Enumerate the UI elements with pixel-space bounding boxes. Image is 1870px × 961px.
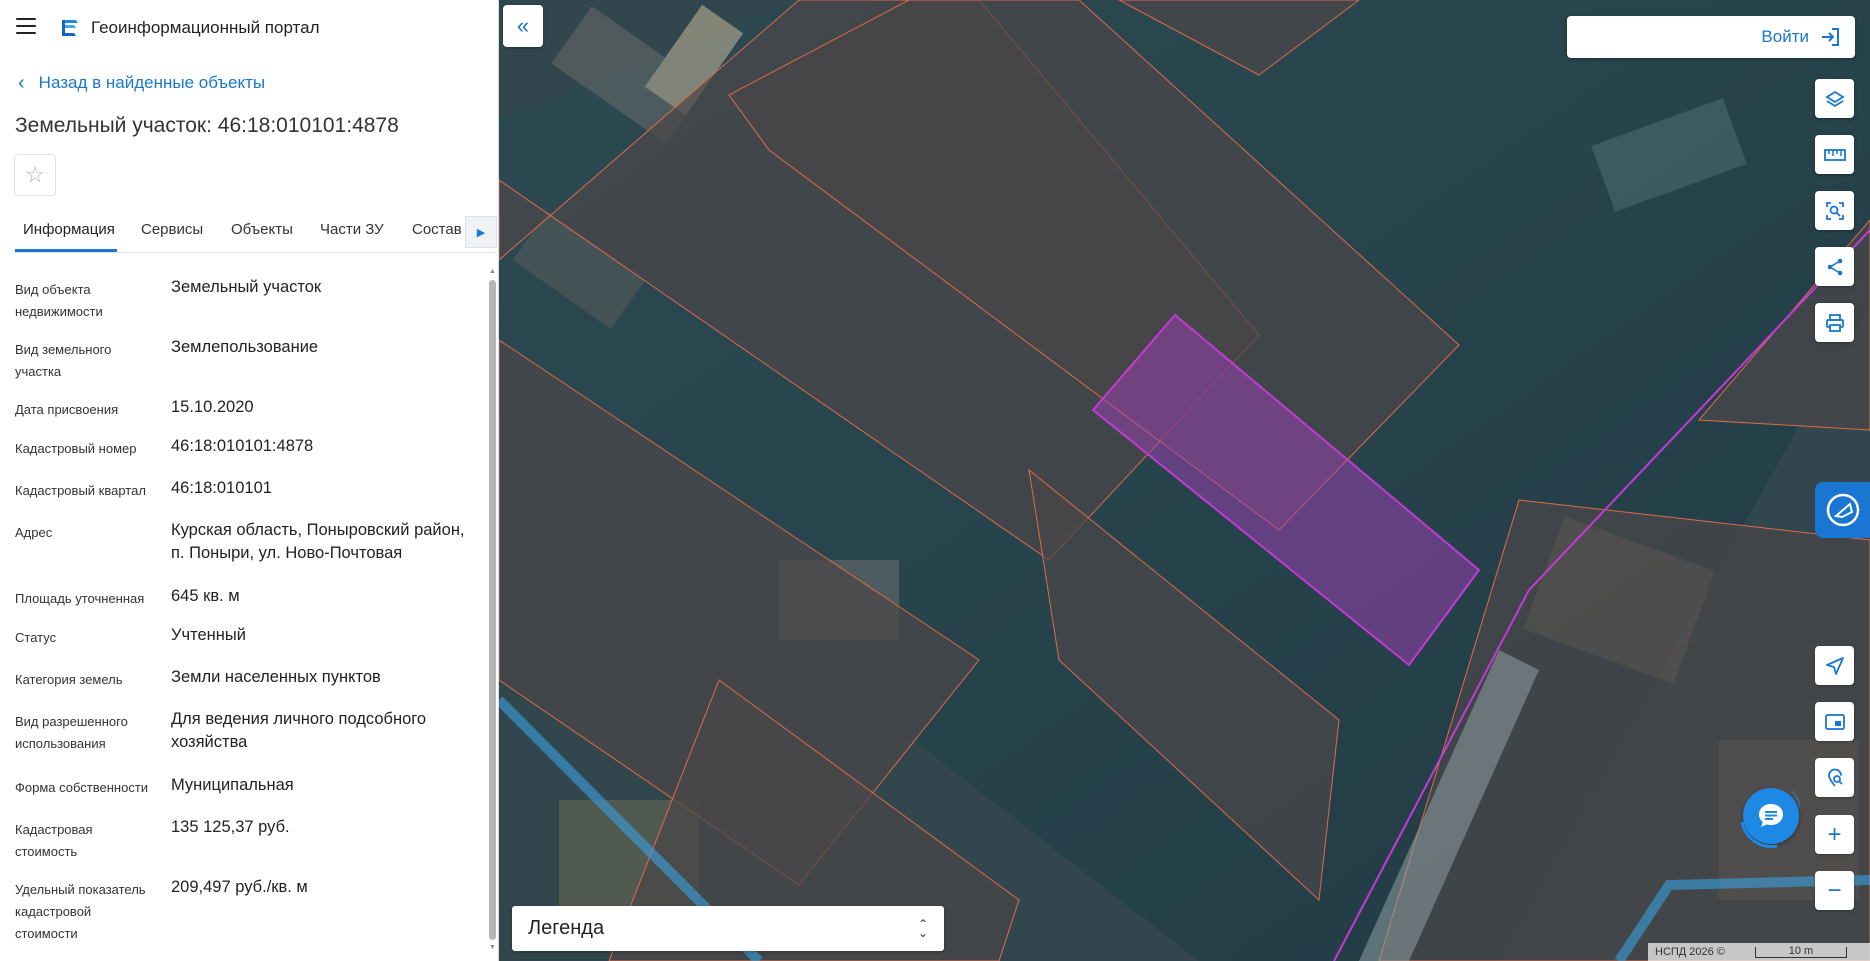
navigation-arrow-icon xyxy=(1825,656,1844,675)
map-attribution: НСПД 2026 © 10 m xyxy=(1648,943,1870,961)
info-panel: Геоинформационный портал ‹ Назад в найде… xyxy=(0,0,499,961)
property-label: Кадастровый номер xyxy=(15,441,137,456)
collapse-panel-button[interactable]: « xyxy=(503,5,543,47)
property-value: 135 125,37 руб. xyxy=(171,818,290,836)
property-value: Для ведения личного подсобного хозяйства xyxy=(171,710,427,751)
panel-header: Геоинформационный портал xyxy=(0,0,498,56)
minimap-button[interactable] xyxy=(1815,702,1854,741)
property-label: Вид земельного участка xyxy=(15,342,112,379)
scroll-up-icon[interactable]: ▲ xyxy=(488,268,497,277)
chevron-up-down-icon: ⌃ ⌄ xyxy=(917,916,928,940)
attribution-text: НСПД 2026 © xyxy=(1655,946,1725,958)
geo-search-icon xyxy=(1827,768,1843,787)
layers-icon xyxy=(1824,90,1845,107)
legend-label: Легенда xyxy=(528,917,605,939)
back-to-results-link[interactable]: ‹ Назад в найденные объекты xyxy=(18,73,265,93)
plus-icon: + xyxy=(1827,820,1842,848)
back-link-label: Назад в найденные объекты xyxy=(38,73,266,92)
share-button[interactable] xyxy=(1815,247,1854,286)
property-label: Категория земель xyxy=(15,672,123,687)
double-chevron-left-icon: « xyxy=(516,13,530,38)
zoom-out-button[interactable]: − xyxy=(1815,871,1854,910)
property-value: Землепользование xyxy=(171,338,319,356)
active-tab-indicator xyxy=(15,249,117,252)
feedback-icon xyxy=(1826,493,1859,527)
property-label: Форма собственности xyxy=(15,780,149,795)
chevron-left-icon: ‹ xyxy=(18,72,25,94)
portal-logo xyxy=(62,20,78,36)
tab-bar: Информация Сервисы Объекты Части ЗУ Сост… xyxy=(15,212,495,253)
property-value: Земельный участок xyxy=(171,278,322,296)
property-label: Удельный показатель кадастровой стоимост… xyxy=(15,882,146,941)
property-value: 46:18:010101:4878 xyxy=(171,437,314,455)
object-title: Земельный участок: 46:18:010101:4878 xyxy=(15,114,399,137)
login-icon xyxy=(1822,28,1839,46)
layers-button[interactable] xyxy=(1815,79,1854,118)
property-value: 209,497 руб./кв. м xyxy=(171,878,308,896)
feedback-button[interactable] xyxy=(1815,482,1870,538)
app-title: Геоинформационный портал xyxy=(91,18,320,37)
property-value: Муниципальная xyxy=(171,776,294,794)
geo-search-button[interactable] xyxy=(1815,758,1854,797)
scroll-thumb[interactable] xyxy=(489,280,496,940)
property-label: Статус xyxy=(15,630,57,645)
chat-button[interactable] xyxy=(1732,777,1810,855)
login-button[interactable]: Войти xyxy=(1567,16,1855,58)
property-value: Учтенный xyxy=(171,626,246,644)
panel-scrollbar[interactable]: ▲ ▼ xyxy=(488,268,497,958)
minus-icon: − xyxy=(1827,876,1842,904)
area-select-icon xyxy=(1825,201,1844,220)
property-label: Вид разрешенного использования xyxy=(15,714,128,751)
tabs-scroll-right-button[interactable]: ▶ xyxy=(465,216,497,248)
satellite-imagery xyxy=(499,0,1870,961)
locate-button[interactable] xyxy=(1815,646,1854,685)
print-icon xyxy=(1825,313,1844,332)
tab-parts[interactable]: Части ЗУ xyxy=(320,221,384,238)
property-value: Земли населенных пунктов xyxy=(171,668,381,686)
property-label: Кадастровый квартал xyxy=(15,483,146,498)
ruler-icon xyxy=(1823,148,1846,161)
menu-icon[interactable] xyxy=(16,18,36,36)
chat-ring xyxy=(1740,790,1801,848)
area-select-button[interactable] xyxy=(1815,191,1854,230)
property-value: Курская область, Поныровский район, п. П… xyxy=(171,521,465,562)
map-view[interactable] xyxy=(499,0,1870,961)
property-label: Площадь уточненная xyxy=(15,591,145,606)
property-value: 15.10.2020 xyxy=(171,398,254,416)
star-icon: ☆ xyxy=(25,162,45,187)
property-label: Дата присвоения xyxy=(15,402,119,417)
caret-right-icon: ▶ xyxy=(476,226,486,239)
legend-dropdown[interactable]: Легенда ⌃ ⌄ xyxy=(512,906,944,951)
tab-objects[interactable]: Объекты xyxy=(231,221,293,238)
property-value: 645 кв. м xyxy=(171,587,240,605)
measure-button[interactable] xyxy=(1815,135,1854,174)
minimap-icon xyxy=(1824,713,1845,730)
login-label: Войти xyxy=(1761,27,1809,46)
tab-information[interactable]: Информация xyxy=(23,221,115,238)
scale-bar: 10 m xyxy=(1754,944,1847,958)
scale-label: 10 m xyxy=(1788,944,1814,957)
zoom-in-button[interactable]: + xyxy=(1815,815,1854,854)
tab-services[interactable]: Сервисы xyxy=(141,221,203,238)
property-label: Адрес xyxy=(15,525,53,540)
property-label: Кадастровая стоимость xyxy=(15,822,93,859)
tab-composition[interactable]: Состав xyxy=(412,221,462,238)
scroll-down-icon[interactable]: ▼ xyxy=(488,944,497,953)
property-label: Вид объекта недвижимости xyxy=(15,282,103,319)
property-value: 46:18:010101 xyxy=(171,479,272,497)
share-icon xyxy=(1827,258,1842,275)
print-button[interactable] xyxy=(1815,303,1854,342)
favorite-button[interactable]: ☆ xyxy=(14,154,56,196)
